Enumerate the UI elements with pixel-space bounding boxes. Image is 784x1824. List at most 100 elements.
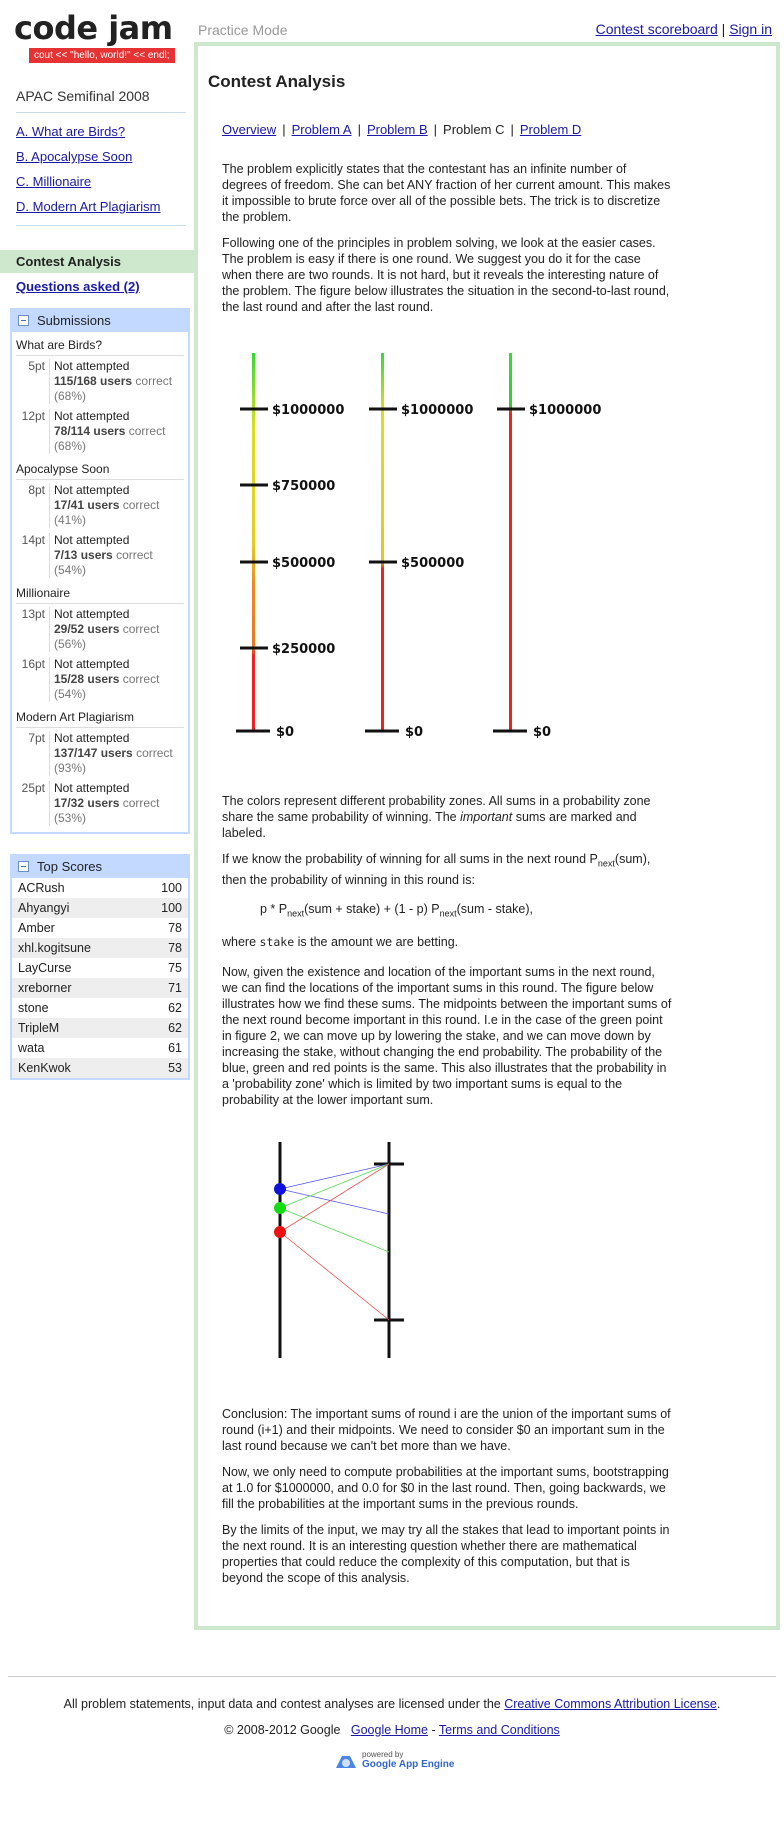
- submission-percent: (54%): [54, 687, 87, 701]
- submission-status: Not attempted: [54, 607, 130, 621]
- submission-row: 16pt Not attempted 15/28 users correct (…: [16, 654, 184, 704]
- logo-tagline: cout << "hello, world!" << endl;: [29, 48, 175, 63]
- sidebar-problem-b[interactable]: B. Apocalypse Soon: [16, 144, 186, 169]
- label-750000-col1: $750000: [272, 479, 335, 494]
- nav-separator: |: [510, 122, 514, 137]
- score-value: 53: [168, 1061, 182, 1075]
- score-name: ACRush: [18, 881, 65, 895]
- app-engine-badge[interactable]: powered by Google App Engine: [332, 1750, 454, 1770]
- top-scores-header[interactable]: Top Scores: [12, 856, 188, 878]
- formula-part-3: (sum - stake),: [456, 901, 534, 916]
- submission-row: 14pt Not attempted 7/13 users correct (5…: [16, 530, 184, 580]
- submission-percent: (54%): [54, 563, 87, 577]
- score-row[interactable]: Amber 78: [12, 918, 188, 938]
- label-1000000-col2: $1000000: [401, 403, 473, 418]
- paragraph-4-a: If we know the probability of winning fo…: [222, 852, 598, 866]
- paragraph-6: Now, given the existence and location of…: [222, 965, 672, 1107]
- submission-group-title: Millionaire: [16, 580, 184, 604]
- nav-link[interactable]: Overview: [222, 122, 276, 137]
- submission-row: 8pt Not attempted 17/41 users correct (4…: [16, 480, 184, 530]
- formula-sub-1: next: [287, 908, 305, 918]
- submission-correct: correct: [122, 622, 160, 636]
- score-value: 78: [168, 921, 182, 935]
- submission-status: Not attempted: [54, 657, 130, 671]
- submissions-title: Submissions: [37, 313, 111, 328]
- nav-link[interactable]: Problem D: [520, 122, 581, 137]
- questions-asked-link[interactable]: Questions asked (2): [16, 279, 140, 294]
- score-row[interactable]: xreborner 71: [12, 978, 188, 998]
- sidebar-problem-c[interactable]: C. Millionaire: [16, 169, 186, 194]
- submission-info: Not attempted 115/168 users correct (68%…: [54, 359, 172, 404]
- app-engine-text: Google App Engine: [362, 1759, 455, 1770]
- paragraph-1: The problem explicitly states that the c…: [222, 162, 671, 224]
- submission-group: Apocalypse Soon 8pt Not attempted 17/41 …: [12, 456, 188, 580]
- label-0-col1: $0: [276, 725, 294, 740]
- score-row[interactable]: wata 61: [12, 1038, 188, 1058]
- submission-correct: correct: [122, 796, 160, 810]
- google-home-link[interactable]: Google Home: [351, 1723, 428, 1737]
- nav-link[interactable]: Problem A: [292, 122, 352, 137]
- sidebar-problem-d[interactable]: D. Modern Art Plagiarism: [16, 194, 186, 219]
- submission-row: 7pt Not attempted 137/147 users correct …: [16, 728, 184, 778]
- stake-code: stake: [259, 935, 295, 949]
- score-row[interactable]: stone 62: [12, 998, 188, 1018]
- score-row[interactable]: xhl.kogitsune 78: [12, 938, 188, 958]
- submission-correct: correct: [122, 498, 160, 512]
- submission-correct: correct: [116, 548, 153, 562]
- submission-group: What are Birds? 5pt Not attempted 115/16…: [12, 332, 188, 456]
- submission-percent: (56%): [54, 637, 87, 651]
- collapse-icon[interactable]: [18, 861, 29, 872]
- submission-status: Not attempted: [54, 483, 130, 497]
- contest-scoreboard-link[interactable]: Contest scoreboard: [596, 21, 718, 37]
- submission-users: 17/32 users: [54, 796, 120, 810]
- label-0-col3: $0: [533, 725, 551, 740]
- top-links-separator: |: [721, 21, 726, 37]
- practice-mode-label: Practice Mode: [198, 22, 288, 38]
- terms-link[interactable]: Terms and Conditions: [439, 1723, 560, 1737]
- score-row[interactable]: TripleM 62: [12, 1018, 188, 1038]
- submission-correct: correct: [135, 374, 173, 388]
- submission-info: Not attempted 15/28 users correct (54%): [54, 657, 159, 702]
- collapse-icon[interactable]: [18, 315, 29, 326]
- submission-percent: (68%): [54, 389, 87, 403]
- submission-users: 17/41 users: [54, 498, 120, 512]
- score-value: 100: [161, 881, 182, 895]
- sidebar: APAC Semifinal 2008 A. What are Birds? B…: [0, 88, 196, 1080]
- score-row[interactable]: Ahyangyi 100: [12, 898, 188, 918]
- label-0-col2: $0: [405, 725, 423, 740]
- green-point: [274, 1202, 286, 1214]
- label-1000000-col3: $1000000: [529, 403, 601, 418]
- paragraph-3-emphasis: important: [460, 810, 513, 824]
- nav-link[interactable]: Problem B: [367, 122, 428, 137]
- submission-status: Not attempted: [54, 781, 130, 795]
- top-scores-list: ACRush 100 Ahyangyi 100 Amber 78 xhl.kog…: [12, 878, 188, 1078]
- submission-percent: (41%): [54, 513, 87, 527]
- score-row[interactable]: LayCurse 75: [12, 958, 188, 978]
- license-end: .: [716, 1697, 721, 1711]
- sidebar-problem-a[interactable]: A. What are Birds?: [16, 119, 186, 144]
- paragraph-7: Conclusion: The important sums of round …: [222, 1407, 671, 1453]
- paragraph-5: where stake is the amount we are betting…: [222, 934, 672, 950]
- submission-points: 14pt: [16, 533, 50, 578]
- formula: p * Pnext(sum + stake) + (1 - p) Pnext(s…: [260, 902, 776, 919]
- label-1000000-col1: $1000000: [272, 403, 344, 418]
- paragraph-8: Now, we only need to compute probabiliti…: [222, 1465, 669, 1511]
- submission-status: Not attempted: [54, 409, 130, 423]
- code-jam-logo[interactable]: code jam cout << "hello, world!" << endl…: [14, 10, 184, 63]
- sign-in-link[interactable]: Sign in: [729, 21, 772, 37]
- nav-separator: |: [357, 122, 361, 137]
- score-value: 100: [161, 901, 182, 915]
- submissions-header[interactable]: Submissions: [12, 310, 188, 332]
- submission-status: Not attempted: [54, 359, 130, 373]
- sidebar-item-contest-analysis[interactable]: Contest Analysis: [0, 250, 196, 273]
- score-row[interactable]: KenKwok 53: [12, 1058, 188, 1078]
- submission-status: Not attempted: [54, 731, 130, 745]
- submission-points: 16pt: [16, 657, 50, 702]
- score-row[interactable]: ACRush 100: [12, 878, 188, 898]
- label-500000-col1: $500000: [272, 556, 335, 571]
- blue-point: [274, 1183, 286, 1195]
- submission-group-title: What are Birds?: [16, 332, 184, 356]
- label-250000-col1: $250000: [272, 642, 335, 657]
- score-name: wata: [18, 1041, 45, 1055]
- creative-commons-link[interactable]: Creative Commons Attribution License: [504, 1697, 717, 1711]
